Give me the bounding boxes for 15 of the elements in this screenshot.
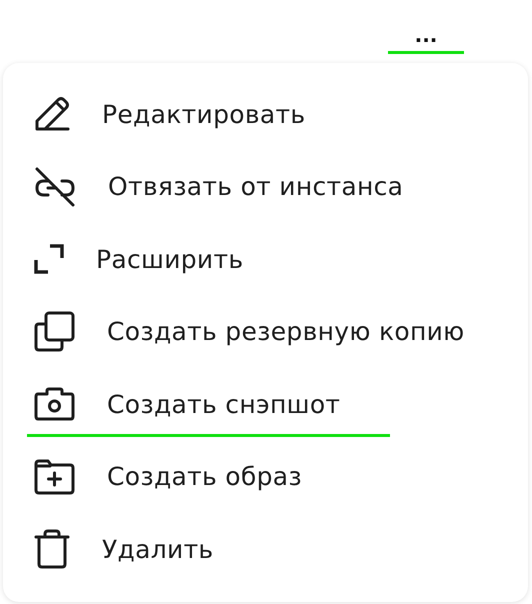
expand-icon [34, 244, 64, 274]
menu-item[interactable]: Редактировать [3, 78, 528, 150]
folder-plus-icon [34, 458, 75, 495]
more-button[interactable]: ... [388, 0, 464, 56]
trash-icon [34, 529, 70, 570]
pencil-icon [34, 96, 70, 132]
menu-item[interactable]: Расширить [3, 223, 528, 296]
menu-item[interactable]: Отвязать от инстанса [3, 150, 528, 223]
menu-item[interactable]: Создать резервную копию [3, 296, 528, 368]
menu-item[interactable]: Создать снэпшот [3, 368, 528, 440]
menu-item[interactable]: Создать образ [3, 440, 528, 513]
unlink-icon [34, 166, 76, 207]
copy-icon [34, 311, 75, 352]
menu-item[interactable]: Удалить [3, 513, 528, 586]
camera-icon [34, 387, 75, 422]
